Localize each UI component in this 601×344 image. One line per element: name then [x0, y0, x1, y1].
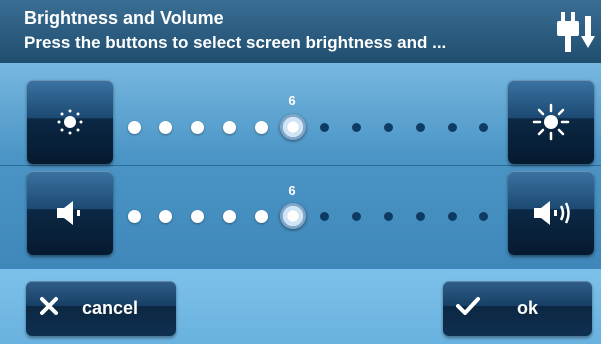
row-divider: [0, 165, 601, 166]
volume-level-dot[interactable]: [127, 209, 141, 223]
volume-level-dot[interactable]: [159, 209, 173, 223]
checkmark-icon: [456, 297, 480, 315]
page-subtitle: Press the buttons to select screen brigh…: [24, 33, 447, 52]
volume-level-dot[interactable]: [352, 211, 362, 221]
page-title: Brightness and Volume: [24, 8, 224, 28]
volume-decrease-button[interactable]: [27, 171, 113, 255]
brightness-level-dot[interactable]: [415, 122, 425, 132]
ok-label: ok: [517, 298, 539, 318]
brightness-level-dot[interactable]: [320, 122, 330, 132]
volume-level-dot[interactable]: [254, 209, 268, 223]
volume-level-dot[interactable]: [191, 209, 205, 223]
power-plug-icon: [557, 12, 595, 52]
brightness-slider[interactable]: [125, 107, 505, 147]
brightness-level-dot[interactable]: [159, 120, 173, 134]
volume-level-dot[interactable]: [383, 211, 393, 221]
volume-slider[interactable]: [125, 196, 505, 236]
volume-level-dot[interactable]: [447, 211, 457, 221]
brightness-level-dot[interactable]: [447, 122, 457, 132]
volume-level-dot[interactable]: [222, 209, 236, 223]
brightness-level-dot[interactable]: [254, 120, 268, 134]
brightness-level-dot[interactable]: [222, 120, 236, 134]
brightness-level-dot[interactable]: [352, 122, 362, 132]
brightness-level-dot[interactable]: [479, 122, 489, 132]
volume-level-dot[interactable]: [320, 211, 330, 221]
cancel-button[interactable]: cancel: [26, 281, 176, 336]
brightness-level-dot[interactable]: [191, 120, 205, 134]
cancel-label: cancel: [82, 298, 139, 318]
volume-level-dot[interactable]: [415, 211, 425, 221]
brightness-level-dot[interactable]: [280, 114, 306, 140]
volume-level-dot[interactable]: [280, 203, 306, 229]
ok-button[interactable]: ok: [443, 281, 592, 336]
brightness-increase-button[interactable]: [508, 80, 594, 164]
volume-high-icon: [534, 201, 570, 225]
brightness-level-dot[interactable]: [383, 122, 393, 132]
brightness-low-icon: [57, 109, 83, 135]
header: Brightness and Volume Press the buttons …: [0, 0, 601, 63]
volume-low-icon: [57, 201, 80, 225]
volume-level-dot[interactable]: [479, 211, 489, 221]
brightness-value: 6: [288, 93, 296, 108]
brightness-high-icon: [532, 103, 570, 141]
volume-increase-button[interactable]: [508, 171, 594, 255]
brightness-decrease-button[interactable]: [27, 80, 113, 164]
close-icon: [40, 297, 58, 315]
brightness-level-dot[interactable]: [127, 120, 141, 134]
